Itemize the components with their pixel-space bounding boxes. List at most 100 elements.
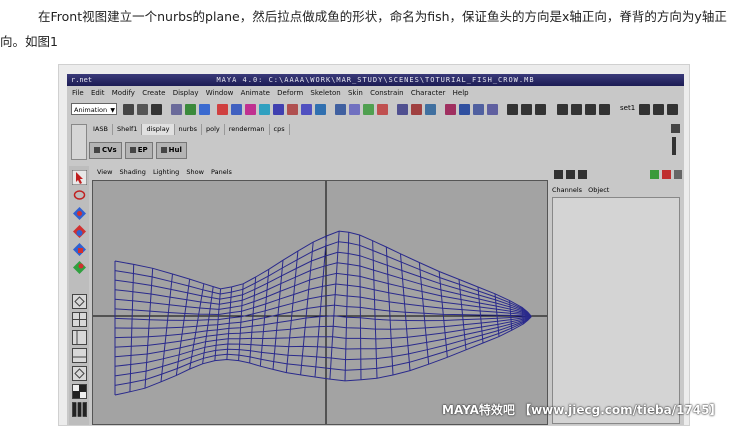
ipr-icon[interactable] <box>425 104 436 115</box>
manipulator-tool-icon[interactable] <box>72 260 87 275</box>
shelf-tab-iasb[interactable]: IASB <box>89 124 113 135</box>
select-component-icon[interactable] <box>199 104 210 115</box>
mask-curves-icon[interactable] <box>245 104 256 115</box>
maya-window: r.net MAYA 4.0: C:\AAAA\WORK\MAR_STUDY\S… <box>67 74 684 425</box>
select-object-icon[interactable] <box>185 104 196 115</box>
menu-window[interactable]: Window <box>206 87 234 99</box>
shelf-tabs: IASB Shelf1 display nurbs poly renderman cps <box>89 124 679 135</box>
snap-view-icon[interactable] <box>377 104 388 115</box>
quick-select-1-icon[interactable] <box>639 104 650 115</box>
viewport-menu-lighting[interactable]: Lighting <box>153 168 179 176</box>
shelf-buttons: CVs EP Hul <box>89 137 190 159</box>
layout-persp-outliner-icon[interactable] <box>72 330 87 345</box>
shelf-button-cvs[interactable]: CVs <box>89 142 122 159</box>
shelf-tab-display[interactable]: display <box>142 124 175 135</box>
scale-tool-icon[interactable] <box>72 242 87 257</box>
menu-modify[interactable]: Modify <box>112 87 135 99</box>
menu-skin[interactable]: Skin <box>348 87 363 99</box>
shelf-tab-cps[interactable]: cps <box>270 124 290 135</box>
layout-hypershade-icon[interactable] <box>72 366 87 381</box>
shelf-tab-shelf1[interactable]: Shelf1 <box>113 124 143 135</box>
fish-wireframe <box>93 181 547 424</box>
menu-edit[interactable]: Edit <box>91 87 105 99</box>
camera-2-icon[interactable] <box>571 104 582 115</box>
move-tool-icon[interactable] <box>72 206 87 221</box>
channel-box-tab-object[interactable]: Object <box>588 186 609 194</box>
shelf-tab-nurbs[interactable]: nurbs <box>175 124 202 135</box>
chevron-down-icon: ▼ <box>110 107 115 114</box>
snap-grid-icon[interactable] <box>335 104 346 115</box>
new-scene-icon[interactable] <box>123 104 134 115</box>
camera-1-icon[interactable] <box>557 104 568 115</box>
channel-box-tab-channels[interactable]: Channels <box>552 186 582 194</box>
quick-select-2-icon[interactable] <box>653 104 664 115</box>
history-icon[interactable] <box>397 104 408 115</box>
menu-skeleton[interactable]: Skeleton <box>310 87 340 99</box>
mask-deformers-icon[interactable] <box>273 104 284 115</box>
title-bar: r.net MAYA 4.0: C:\AAAA\WORK\MAR_STUDY\S… <box>67 74 684 86</box>
menu-character[interactable]: Character <box>411 87 446 99</box>
mask-handles-icon[interactable] <box>217 104 228 115</box>
layout-persp-graph-icon[interactable] <box>72 348 87 363</box>
mask-rendering-icon[interactable] <box>301 104 312 115</box>
lasso-tool-icon[interactable] <box>72 188 87 203</box>
menu-constrain[interactable]: Constrain <box>370 87 404 99</box>
shelf-button-ep[interactable]: EP <box>124 142 153 159</box>
shelf-button-hul[interactable]: Hul <box>155 142 187 159</box>
status-line: Animation ▼ set1 <box>67 101 684 119</box>
clapper-1-icon[interactable] <box>507 104 518 115</box>
mode-select[interactable]: Animation ▼ <box>71 103 117 115</box>
menu-help[interactable]: Help <box>453 87 469 99</box>
snap-curve-icon[interactable] <box>349 104 360 115</box>
outliner-icon[interactable] <box>473 104 484 115</box>
snap-point-icon[interactable] <box>363 104 374 115</box>
layout-icon-3[interactable] <box>578 170 587 179</box>
mask-misc-icon[interactable] <box>315 104 326 115</box>
menu-file[interactable]: File <box>72 87 84 99</box>
clapper-2-icon[interactable] <box>521 104 532 115</box>
viewport-menu-shading[interactable]: Shading <box>120 168 146 176</box>
menu-display[interactable]: Display <box>173 87 199 99</box>
window-title: MAYA 4.0: C:\AAAA\WORK\MAR_STUDY\SCENES\… <box>216 76 535 84</box>
select-tool-icon[interactable] <box>72 170 87 185</box>
camera-4-icon[interactable] <box>599 104 610 115</box>
layout-icon-1[interactable] <box>554 170 563 179</box>
save-scene-icon[interactable] <box>151 104 162 115</box>
shelf-tab-poly[interactable]: poly <box>202 124 225 135</box>
shelf-tab-renderman[interactable]: renderman <box>225 124 270 135</box>
menu-deform[interactable]: Deform <box>277 87 303 99</box>
graph-editor-icon[interactable] <box>487 104 498 115</box>
camera-3-icon[interactable] <box>585 104 596 115</box>
cvs-icon <box>94 147 100 153</box>
shelf-menu-handle[interactable] <box>71 124 87 160</box>
layout-single-icon[interactable] <box>72 294 87 309</box>
watermark: MAYA特效吧 【www.jiecg.com/tieba/1745】 <box>442 403 722 417</box>
mask-joints-icon[interactable] <box>231 104 242 115</box>
layout-four-icon[interactable] <box>72 312 87 327</box>
channel-box-toggle-icon[interactable] <box>674 170 682 179</box>
attribute-editor-icon[interactable] <box>650 170 659 179</box>
menu-create[interactable]: Create <box>142 87 165 99</box>
layout-checker-icon[interactable] <box>72 384 87 399</box>
hypershade-icon[interactable] <box>459 104 470 115</box>
render-globals-icon[interactable] <box>445 104 456 115</box>
tool-settings-icon[interactable] <box>662 170 671 179</box>
clapper-3-icon[interactable] <box>535 104 546 115</box>
open-scene-icon[interactable] <box>137 104 148 115</box>
render-icon[interactable] <box>411 104 422 115</box>
layout-icon-2[interactable] <box>566 170 575 179</box>
layout-grid-icon[interactable] <box>72 402 87 417</box>
viewport-canvas[interactable] <box>92 180 548 425</box>
mask-surfaces-icon[interactable] <box>259 104 270 115</box>
menu-bar: File Edit Modify Create Display Window A… <box>67 87 684 99</box>
menu-animate[interactable]: Animate <box>241 87 270 99</box>
trash-icon[interactable] <box>671 124 680 133</box>
rotate-tool-icon[interactable] <box>72 224 87 239</box>
viewport-menu-view[interactable]: View <box>97 168 112 176</box>
shelf-scroll-handle[interactable] <box>672 137 676 155</box>
select-hierarchy-icon[interactable] <box>171 104 182 115</box>
viewport-menu-show[interactable]: Show <box>186 168 204 176</box>
viewport-menu-panels[interactable]: Panels <box>211 168 232 176</box>
mask-dynamics-icon[interactable] <box>287 104 298 115</box>
quick-select-3-icon[interactable] <box>667 104 678 115</box>
